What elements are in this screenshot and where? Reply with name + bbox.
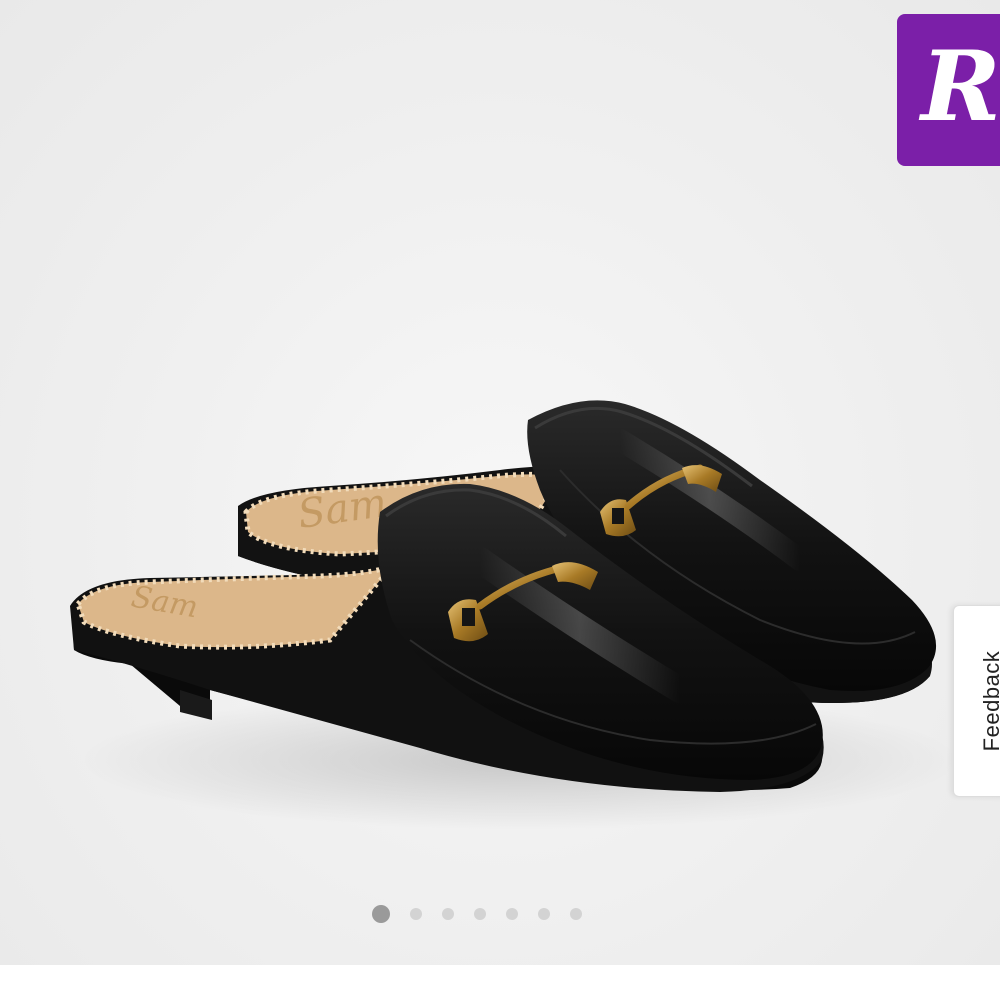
carousel-dot[interactable] bbox=[474, 908, 486, 920]
carousel-dot[interactable] bbox=[372, 905, 390, 923]
carousel-dot[interactable] bbox=[538, 908, 550, 920]
product-image[interactable]: Sam Sam bbox=[0, 0, 1000, 965]
carousel-dot[interactable] bbox=[442, 908, 454, 920]
carousel-dot[interactable] bbox=[506, 908, 518, 920]
product-image-area: Sam Sam bbox=[0, 0, 1000, 965]
carousel-dots bbox=[372, 904, 582, 924]
carousel-dot[interactable] bbox=[570, 908, 582, 920]
bottom-strip bbox=[0, 965, 1000, 1000]
feedback-label: Feedback bbox=[979, 650, 1000, 752]
rakuten-logo-letter: R bbox=[921, 30, 1000, 143]
carousel-dot[interactable] bbox=[410, 908, 422, 920]
feedback-tab[interactable]: Feedback bbox=[953, 605, 1000, 797]
rakuten-badge[interactable]: R bbox=[897, 14, 1000, 166]
